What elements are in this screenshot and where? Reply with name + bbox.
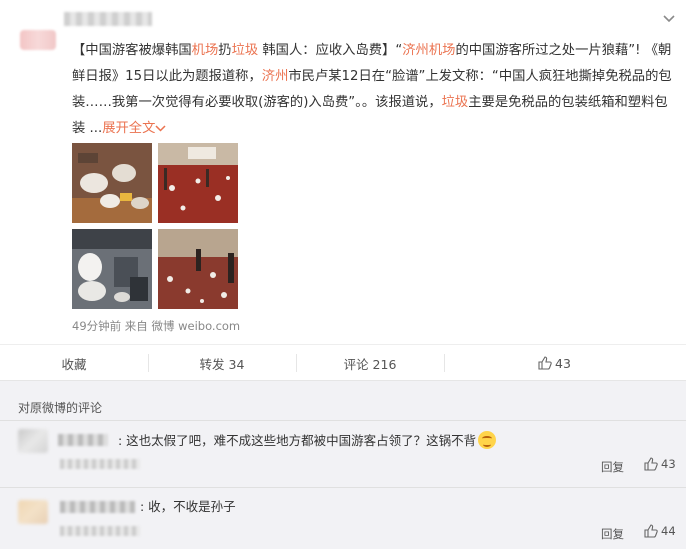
post-text-segment: 韩国人：应收入岛费】 xyxy=(258,43,396,58)
thinking-face-icon xyxy=(478,431,497,449)
chevron-down-small-icon xyxy=(155,125,166,132)
post-text-segment: 扔 xyxy=(218,43,232,58)
favorite-button[interactable]: 收藏 xyxy=(0,345,148,381)
repost-button[interactable]: 转发 34 xyxy=(148,345,296,381)
post-action-bar: 收藏 转发 34 评论 216 43 xyxy=(0,344,686,381)
highlighted-keyword[interactable]: 济州机场 xyxy=(402,43,455,58)
comment-text: : 这也太假了吧，难不成这些地方都被中国游客占领了？这锅不背 xyxy=(118,431,497,450)
comment-item: : 这也太假了吧，难不成这些地方都被中国游客占领了？这锅不背 回复 43 xyxy=(0,421,686,487)
post-image-2[interactable] xyxy=(158,143,238,223)
commenter-name-blurred[interactable] xyxy=(60,501,135,513)
thumbs-up-icon xyxy=(644,524,658,538)
expand-full-text-link[interactable]: 展开全文 xyxy=(102,121,166,136)
chevron-down-icon[interactable] xyxy=(660,9,678,27)
weibo-post-card: 【中国游客被爆韩国机场扔垃圾 韩国人：应收入岛费】“济州机场的中国游客所过之处一… xyxy=(0,0,686,381)
comment-text: : 收，不收是孙子 xyxy=(140,499,236,514)
like-button[interactable]: 43 xyxy=(444,345,686,381)
highlighted-keyword[interactable]: 垃圾 xyxy=(442,95,469,110)
reply-button[interactable]: 回复 xyxy=(601,526,624,542)
post-text: 【中国游客被爆韩国机场扔垃圾 韩国人：应收入岛费】“济州机场的中国游客所过之处一… xyxy=(72,38,672,142)
comment-like-button[interactable]: 44 xyxy=(644,524,676,538)
post-image-3[interactable] xyxy=(72,229,152,309)
thumbs-up-icon xyxy=(538,356,552,370)
highlighted-keyword[interactable]: 垃圾 xyxy=(232,43,259,58)
reply-button[interactable]: 回复 xyxy=(601,459,624,475)
highlighted-keyword[interactable]: 济州 xyxy=(262,69,289,84)
comment-like-button[interactable]: 43 xyxy=(644,457,676,471)
post-image-1[interactable] xyxy=(72,143,152,223)
comments-section-title: 对原微博的评论 xyxy=(18,401,103,415)
username-blurred[interactable] xyxy=(64,12,152,26)
post-image-4[interactable] xyxy=(158,229,238,309)
comment-time-blurred xyxy=(60,459,140,469)
user-avatar[interactable] xyxy=(20,30,56,50)
commenter-name-blurred[interactable] xyxy=(58,434,108,446)
comment-button[interactable]: 评论 216 xyxy=(296,345,444,381)
post-meta: 49分钟前 来自 微博 weibo.com xyxy=(72,319,241,333)
highlighted-keyword[interactable]: 机场 xyxy=(192,43,219,58)
commenter-avatar[interactable] xyxy=(18,500,48,524)
post-text-segment: 【中国游客被爆韩国 xyxy=(72,43,192,58)
comment-time-blurred xyxy=(60,526,140,536)
commenter-avatar[interactable] xyxy=(18,429,48,453)
comment-item: : 收，不收是孙子 回复 44 xyxy=(0,487,686,549)
thumbs-up-icon xyxy=(644,457,658,471)
